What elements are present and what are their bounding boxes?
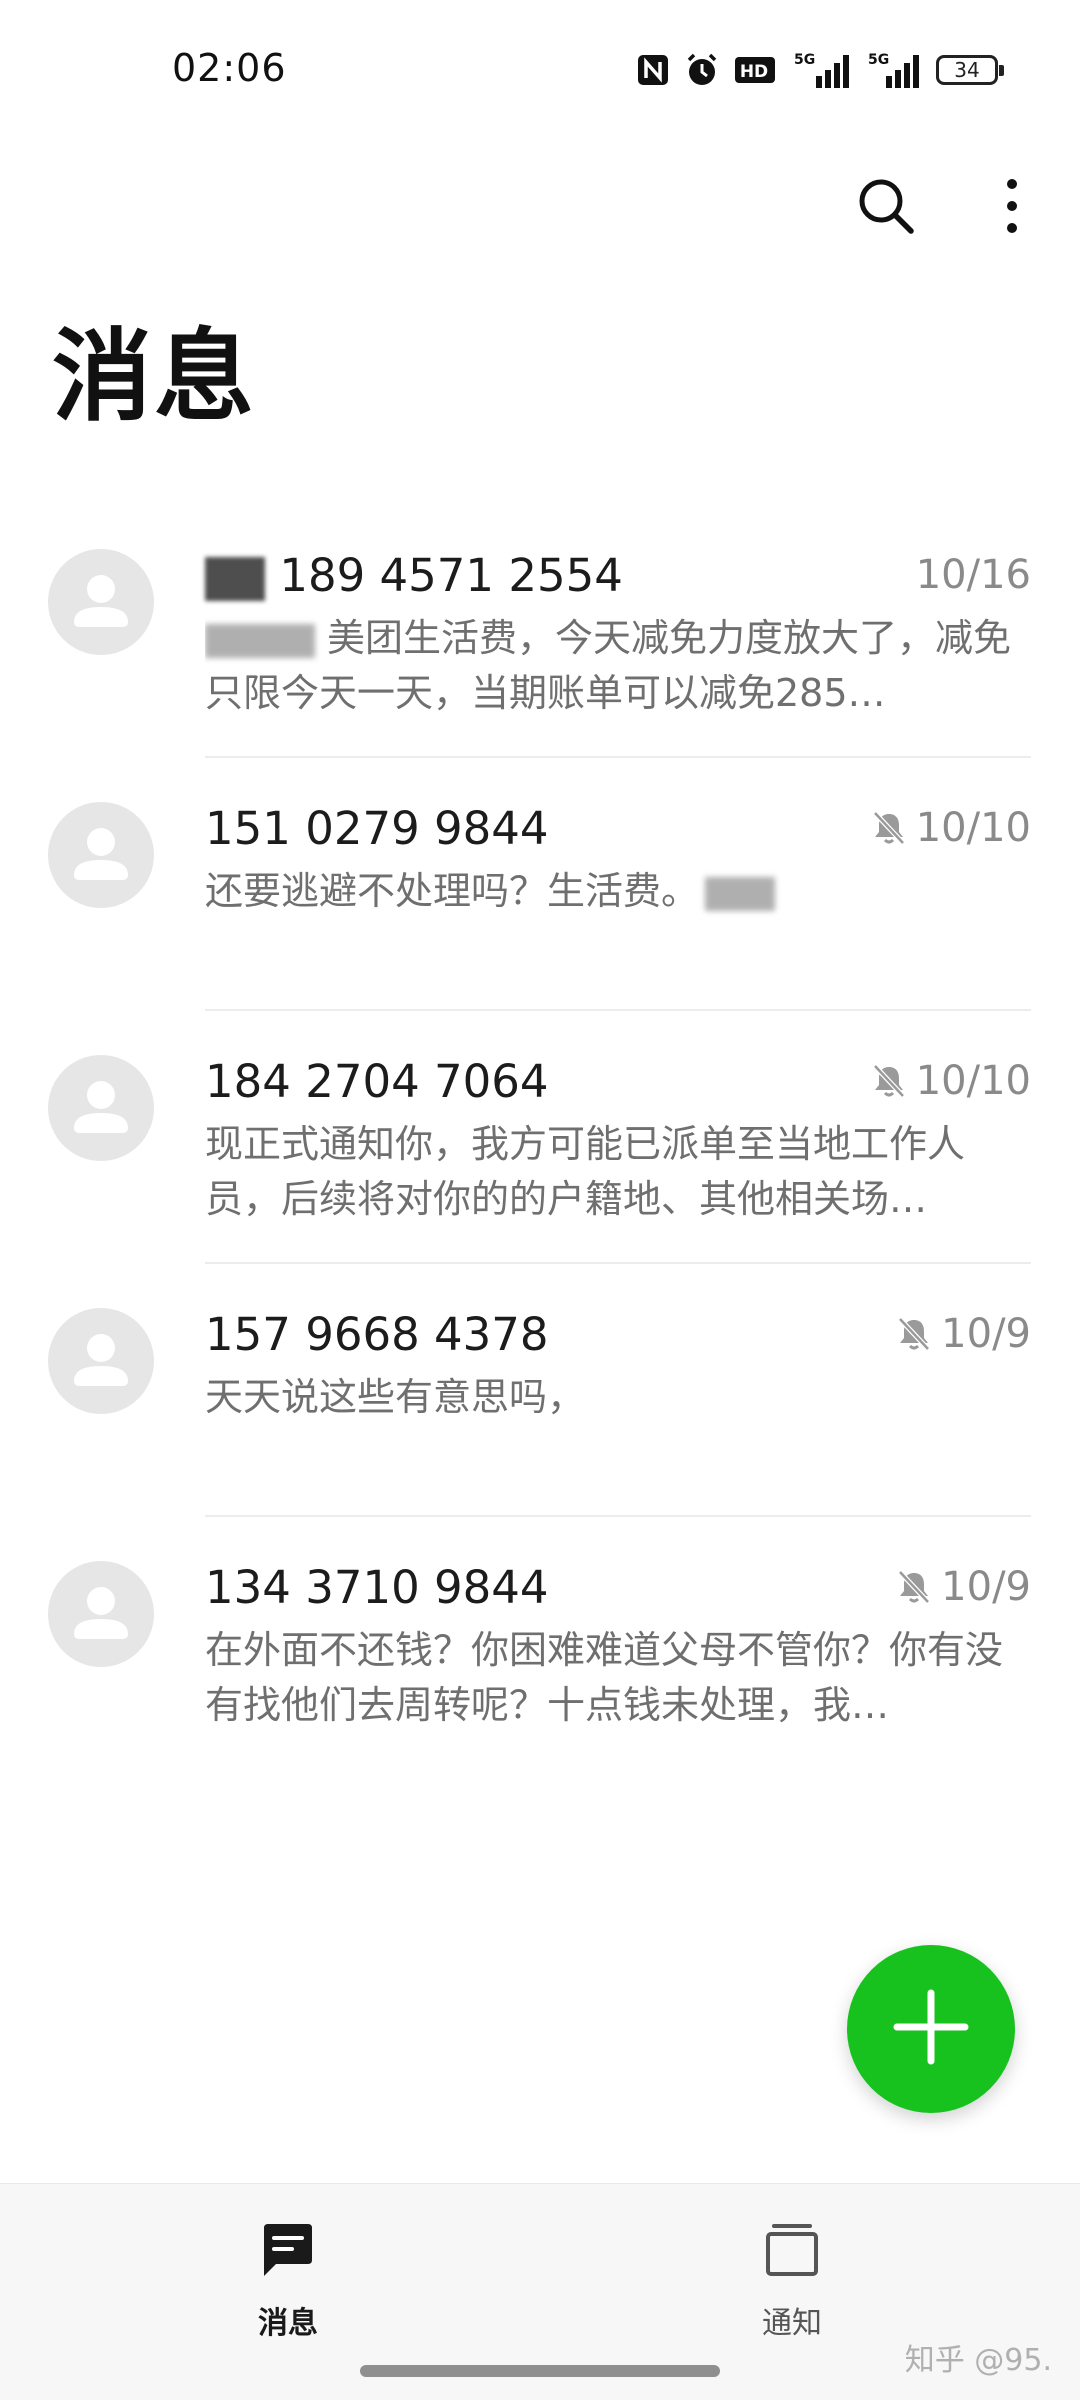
conversation-preview: 还要逃避不处理吗？生活费。: [205, 864, 1031, 919]
redacted-text: [205, 623, 315, 658]
more-icon: [1002, 176, 1022, 240]
conversation-item[interactable]: 151 0279 9844 10/10 还要逃避不处理吗？生活费。: [0, 758, 1080, 1011]
avatar: [48, 802, 154, 908]
conversation-meta: 10/10: [872, 1058, 1031, 1104]
conversation-item[interactable]: 134 3710 9844 10/9 在外面不还钱？你困难难道父母不管你？你有没…: [0, 1517, 1080, 1770]
conversation-head: 151 0279 9844 10/10: [205, 798, 1031, 858]
conversation-item[interactable]: 157 9668 4378 10/9 天天说这些有意思吗，: [0, 1264, 1080, 1517]
avatar: [48, 549, 154, 655]
plus-icon: [891, 1987, 971, 2071]
watermark: 知乎 @95.: [904, 2343, 1052, 2378]
battery-icon: 34: [936, 50, 1004, 90]
battery-level: 34: [936, 55, 1004, 85]
status-icons: HD 5G 5G 34: [636, 48, 1004, 92]
search-icon: [856, 176, 916, 240]
notification-icon: [762, 2220, 822, 2284]
conversation-head: 157 9668 4378 10/9: [205, 1304, 1031, 1364]
sender-name: 134 3710 9844: [205, 1560, 549, 1614]
redacted-prefix: [205, 556, 265, 601]
conversation-preview: 现正式通知你，我方可能已派单至当地工作人员，后续将对你的的户籍地、其他相关场…: [205, 1122, 966, 1221]
svg-text:HD: HD: [740, 62, 768, 82]
conversation-date: 10/10: [915, 1058, 1031, 1104]
alarm-icon: [684, 50, 720, 90]
tab-label: 消息: [258, 2306, 318, 2341]
person-icon: [74, 828, 128, 880]
sender-name: 189 4571 2554: [205, 549, 623, 602]
mute-icon: [897, 1569, 931, 1605]
top-actions: [848, 170, 1050, 246]
conversation-meta: 10/9: [897, 1311, 1031, 1357]
conversation-item[interactable]: 184 2704 7064 10/10 现正式通知你，我方可能已派单至当地工作人…: [0, 1011, 1080, 1264]
redacted-text: [705, 876, 776, 911]
tab-label: 通知: [762, 2306, 822, 2341]
person-icon: [74, 1334, 128, 1386]
conversation-item[interactable]: 189 4571 2554 10/16 美团生活费，今天减免力度放大了，减免只限…: [0, 505, 1080, 758]
svg-text:5G: 5G: [868, 52, 889, 68]
conversation-meta: 10/10: [872, 805, 1031, 851]
search-button[interactable]: [848, 170, 924, 246]
conversation-date: 10/9: [941, 1564, 1031, 1610]
hd-icon: HD: [734, 50, 778, 90]
conversation-date: 10/9: [941, 1311, 1031, 1357]
conversation-body: 157 9668 4378 10/9 天天说这些有意思吗，: [205, 1304, 1031, 1425]
sender-name: 157 9668 4378: [205, 1307, 549, 1361]
conversation-date: 10/16: [915, 552, 1031, 598]
conversation-meta: 10/9: [897, 1564, 1031, 1610]
mute-icon: [872, 1063, 906, 1099]
conversation-head: 134 3710 9844 10/9: [205, 1557, 1031, 1617]
person-icon: [74, 1081, 128, 1133]
messages-screen: 02:06 HD 5G 5G 34 消息 189 4571 2554 10/16…: [0, 0, 1080, 2400]
nfc-icon: [636, 50, 670, 90]
svg-text:5G: 5G: [794, 52, 815, 68]
mute-icon: [897, 1316, 931, 1352]
conversation-preview: 在外面不还钱？你困难难道父母不管你？你有没有找他们去周转呢？十点钱未处理，我…: [205, 1628, 1004, 1727]
conversation-preview: 美团生活费，今天减免力度放大了，减免只限今天一天，当期账单可以减免285…: [205, 616, 1012, 715]
conversation-date: 10/10: [915, 805, 1031, 851]
conversation-head: 184 2704 7064 10/10: [205, 1051, 1031, 1111]
signal-5g-icon: 5G: [866, 50, 922, 90]
avatar: [48, 1561, 154, 1667]
conversation-body: 151 0279 9844 10/10 还要逃避不处理吗？生活费。: [205, 798, 1031, 919]
avatar: [48, 1055, 154, 1161]
more-options-button[interactable]: [974, 170, 1050, 246]
person-icon: [74, 1587, 128, 1639]
conversation-list: 189 4571 2554 10/16 美团生活费，今天减免力度放大了，减免只限…: [0, 505, 1080, 1770]
tab-notifications[interactable]: 通知: [692, 2220, 892, 2342]
sender-name: 151 0279 9844: [205, 801, 549, 855]
conversation-preview: 天天说这些有意思吗，: [205, 1375, 586, 1419]
sender-name: 184 2704 7064: [205, 1054, 549, 1108]
status-bar: 02:06 HD 5G 5G 34: [0, 0, 1080, 140]
conversation-meta: 10/16: [916, 552, 1031, 598]
status-time: 02:06: [172, 46, 287, 90]
conversation-body: 184 2704 7064 10/10 现正式通知你，我方可能已派单至当地工作人…: [205, 1051, 1031, 1227]
page-title: 消息: [52, 318, 256, 435]
conversation-head: 189 4571 2554 10/16: [205, 545, 1031, 605]
person-icon: [74, 575, 128, 627]
new-message-button[interactable]: [847, 1945, 1015, 2113]
home-indicator[interactable]: [360, 2365, 720, 2377]
conversation-body: 189 4571 2554 10/16 美团生活费，今天减免力度放大了，减免只限…: [205, 545, 1031, 721]
avatar: [48, 1308, 154, 1414]
tab-messages[interactable]: 消息: [188, 2220, 388, 2342]
message-icon: [258, 2220, 318, 2284]
conversation-body: 134 3710 9844 10/9 在外面不还钱？你困难难道父母不管你？你有没…: [205, 1557, 1031, 1733]
signal-5g-icon: 5G: [792, 50, 852, 90]
mute-icon: [872, 810, 906, 846]
